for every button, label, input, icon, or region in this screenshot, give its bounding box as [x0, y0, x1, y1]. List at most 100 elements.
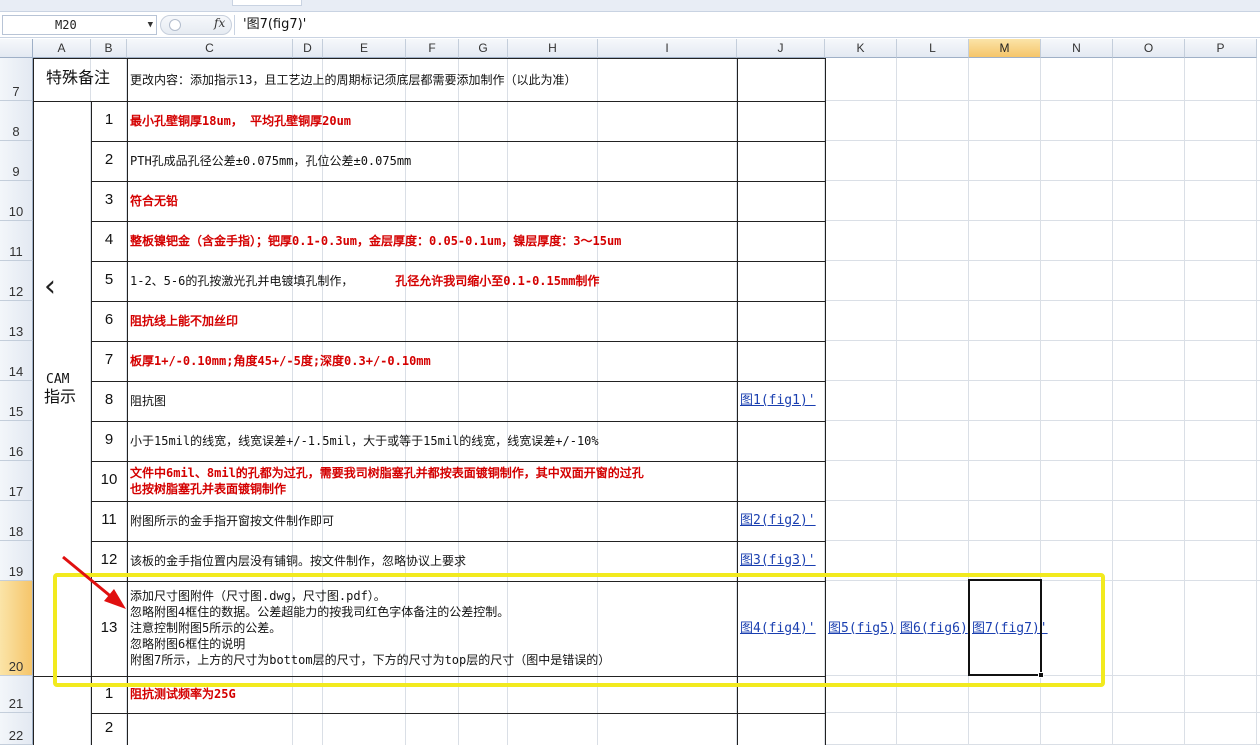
- vertical-gridline: [507, 58, 508, 745]
- column-header-e[interactable]: E: [323, 39, 406, 58]
- horizontal-gridline: [825, 340, 1260, 341]
- instruction-text-line[interactable]: 添加尺寸图附件（尺寸图.dwg，尺寸图.pdf）。: [130, 588, 386, 604]
- instruction-text-line[interactable]: 文件中6mil、8mil的孔都为过孔，需要我司树脂塞孔并都按表面镀铜制作，其中双…: [130, 465, 644, 481]
- row-header-13[interactable]: 13: [0, 301, 33, 341]
- vertical-gridline: [1112, 58, 1113, 745]
- instruction-text[interactable]: 附图所示的金手指开窗按文件制作即可: [130, 513, 334, 529]
- column-header-m[interactable]: M: [969, 39, 1041, 58]
- figure-link[interactable]: 图1(fig1)': [740, 393, 816, 409]
- instruction-text[interactable]: 该板的金手指位置内层没有铺铜。按文件制作，忽略协议上要求: [130, 553, 466, 569]
- row-header-11[interactable]: 11: [0, 221, 33, 261]
- figure-link[interactable]: 图5(fig5): [828, 621, 896, 637]
- table-border-v: [127, 58, 128, 745]
- instruction-text[interactable]: 阻抗测试频率为25G: [130, 686, 236, 702]
- row-header-10[interactable]: 10: [0, 181, 33, 221]
- column-header-k[interactable]: K: [825, 39, 897, 58]
- column-header-c[interactable]: C: [127, 39, 293, 58]
- instruction-text[interactable]: 板厚1+/-0.10mm;角度45+/-5度;深度0.3+/-0.10mm: [130, 353, 431, 369]
- figure-link[interactable]: 图3(fig3)': [740, 553, 816, 569]
- table-border-h: [91, 301, 825, 302]
- column-header-d[interactable]: D: [293, 39, 323, 58]
- horizontal-gridline: [825, 420, 1260, 421]
- table-border-h: [91, 461, 825, 462]
- row-header-19[interactable]: 19: [0, 541, 33, 581]
- column-header-h[interactable]: H: [508, 39, 598, 58]
- instruction-number: 3: [104, 191, 114, 208]
- vertical-gridline: [458, 58, 459, 745]
- table-border-h: [91, 421, 825, 422]
- instruction-number: 8: [104, 391, 114, 408]
- instruction-number: 12: [100, 551, 118, 568]
- row-header-14[interactable]: 14: [0, 341, 33, 381]
- instruction-text-line[interactable]: 忽略附图4框住的数据。公差超能力的按我司红色字体备注的公差控制。: [130, 604, 509, 620]
- collapse-left-icon[interactable]: ‹: [44, 272, 56, 302]
- instruction-number: 1: [104, 684, 114, 702]
- fill-handle[interactable]: [1038, 672, 1044, 678]
- column-header-a[interactable]: A: [33, 39, 91, 58]
- instruction-text[interactable]: 最小孔壁铜厚18um， 平均孔壁铜厚20um: [130, 113, 351, 129]
- horizontal-gridline: [825, 220, 1260, 221]
- instruction-number: 10: [100, 471, 118, 488]
- column-header-l[interactable]: L: [897, 39, 969, 58]
- row-header-17[interactable]: 17: [0, 461, 33, 501]
- instruction-text[interactable]: 小于15mil的线宽，线宽误差+/-1.5mil，大于或等于15mil的线宽，线…: [130, 433, 599, 449]
- table-border-h: [91, 713, 825, 714]
- instruction-text[interactable]: 阻抗线上能不加丝印: [130, 313, 238, 329]
- instruction-text[interactable]: 符合无铅: [130, 193, 178, 209]
- horizontal-gridline: [825, 712, 1260, 713]
- table-border-h: [91, 381, 825, 382]
- instruction-text[interactable]: 1-2、5-6的孔按激光孔并电镀填孔制作，: [130, 273, 353, 289]
- row-header-9[interactable]: 9: [0, 141, 33, 181]
- figure-link[interactable]: 图4(fig4)': [740, 621, 816, 637]
- column-header-b[interactable]: B: [91, 39, 127, 58]
- row-header-12[interactable]: 12: [0, 261, 33, 301]
- row-header-22[interactable]: 22: [0, 713, 33, 745]
- table-border-h: [91, 581, 825, 582]
- row-header-18[interactable]: 18: [0, 501, 33, 541]
- row-header-20[interactable]: 20: [0, 581, 33, 676]
- cam-label-line2: 指示: [44, 389, 77, 406]
- table-border-h: [91, 221, 825, 222]
- column-header-j[interactable]: J: [737, 39, 825, 58]
- instruction-text-line[interactable]: 注意控制附图5所示的公差。: [130, 620, 281, 636]
- instruction-number: 4: [104, 231, 114, 248]
- spreadsheet-window: M20 ▼ fx '图7(fig7)' ABCDEFGHIJKLMNOP 789…: [0, 0, 1260, 745]
- table-border-h: [91, 141, 825, 142]
- column-header-n[interactable]: N: [1041, 39, 1113, 58]
- table-border-h: [91, 501, 825, 502]
- figure-link[interactable]: 图6(fig6): [900, 621, 968, 637]
- column-header-g[interactable]: G: [459, 39, 508, 58]
- instruction-text[interactable]: PTH孔成品孔径公差±0.075mm，孔位公差±0.075mm: [130, 153, 411, 169]
- figure-link[interactable]: 图2(fig2)': [740, 513, 816, 529]
- instruction-text-line[interactable]: 附图7所示，上方的尺寸为bottom层的尺寸，下方的尺寸为top层的尺寸（图中是…: [130, 652, 610, 668]
- row-header-7[interactable]: 7: [0, 58, 33, 101]
- column-header-p[interactable]: P: [1185, 39, 1257, 58]
- horizontal-gridline: [825, 500, 1260, 501]
- instruction-number: 2: [104, 719, 114, 736]
- instruction-number: 13: [100, 618, 118, 636]
- instruction-text-emphasis[interactable]: 孔径允许我司缩小至0.1-0.15mm制作: [395, 273, 599, 289]
- active-cell-m20[interactable]: [968, 579, 1042, 676]
- instruction-number: 7: [104, 351, 114, 368]
- instruction-text[interactable]: 整板镍钯金（含金手指）；钯厚0.1-0.3um，金层厚度：0.05-0.1um，…: [130, 233, 621, 249]
- instruction-text[interactable]: 阻抗图: [130, 393, 166, 409]
- instruction-text-line[interactable]: 也按树脂塞孔并表面镀铜制作: [130, 481, 286, 497]
- instruction-number: 5: [104, 271, 114, 288]
- select-all-corner[interactable]: [0, 39, 33, 58]
- row-header-8[interactable]: 8: [0, 101, 33, 141]
- horizontal-gridline: [825, 300, 1260, 301]
- table-border-h: [33, 58, 825, 59]
- row-header-21[interactable]: 21: [0, 676, 33, 713]
- instruction-text-line[interactable]: 忽略附图6框住的说明: [130, 636, 245, 652]
- special-notes-text[interactable]: 更改内容：添加指示13，且工艺边上的周期标记须底层都需要添加制作（以此为准）: [130, 72, 576, 88]
- worksheet-grid[interactable]: ABCDEFGHIJKLMNOP 7 8 9 10 11 12 13 14 15 16 17 18 19…: [0, 0, 1260, 745]
- column-header-i[interactable]: I: [598, 39, 737, 58]
- horizontal-gridline: [825, 140, 1260, 141]
- vertical-gridline: [1256, 58, 1257, 745]
- instruction-number: 2: [104, 151, 114, 168]
- column-header-f[interactable]: F: [406, 39, 459, 58]
- horizontal-gridline: [825, 460, 1260, 461]
- row-header-16[interactable]: 16: [0, 421, 33, 461]
- row-header-15[interactable]: 15: [0, 381, 33, 421]
- column-header-o[interactable]: O: [1113, 39, 1185, 58]
